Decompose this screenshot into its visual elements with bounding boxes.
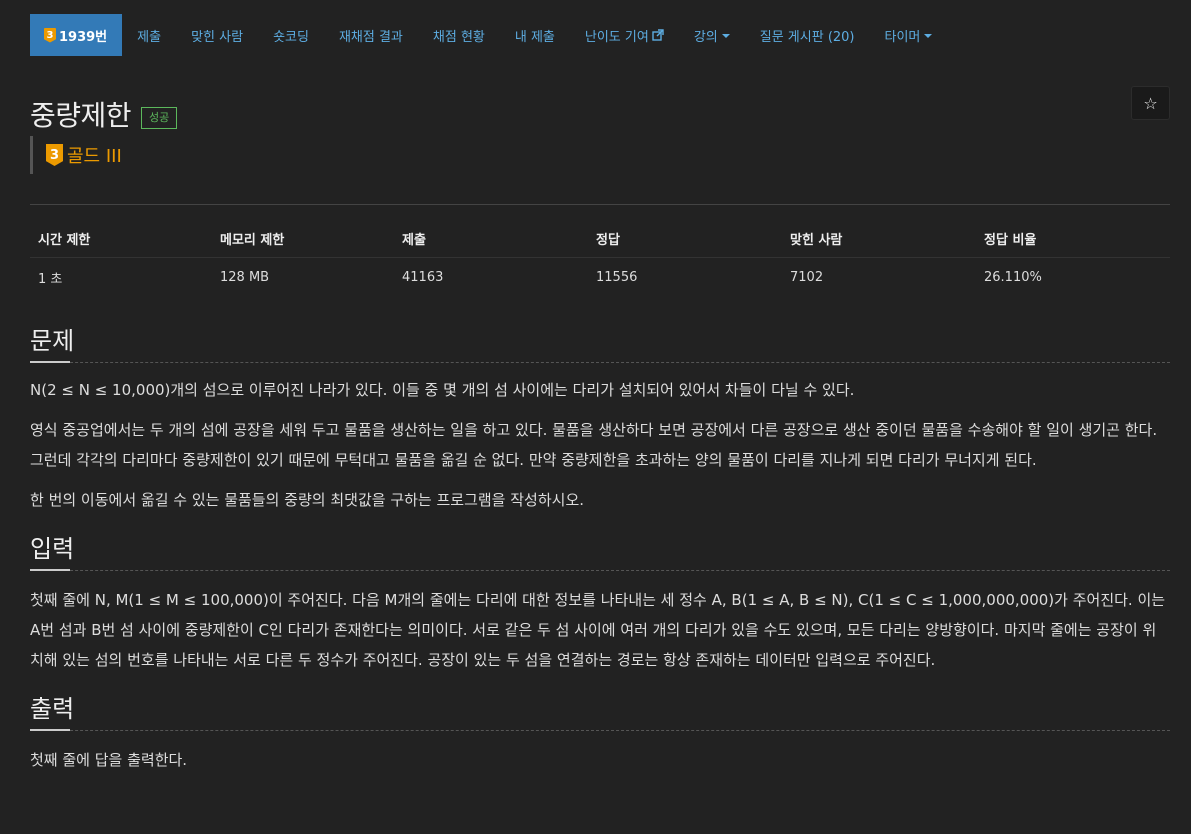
nav-lectures-label: 강의 — [693, 29, 718, 45]
section-header: 문제 — [30, 321, 1170, 363]
nav-question-board[interactable]: 질문 게시판 (20) — [745, 14, 870, 56]
description-paragraph: 영식 중공업에서는 두 개의 섬에 공장을 세워 두고 물품을 생산하는 일을 … — [30, 421, 1158, 469]
nav-lectures-dropdown[interactable]: 강의 — [679, 14, 745, 56]
problem-description-section: 문제 N(2 ≤ N ≤ 10,000)개의 섬으로 이루어진 나라가 있다. … — [30, 321, 1170, 515]
problem-page: 3 1939번 제출 맞힌 사람 숏코딩 재채점 결과 채점 현황 내 제출 난… — [0, 14, 1191, 834]
status-badge: 성공 — [141, 107, 178, 129]
table-header-time-limit: 시간 제한 — [30, 221, 212, 258]
nav-timer-dropdown[interactable]: 타이머 — [870, 14, 948, 56]
nav-short-coding[interactable]: 숏코딩 — [258, 14, 324, 56]
table-header-solved-users: 맞힌 사람 — [782, 221, 976, 258]
memory-limit-value: 128 MB — [220, 270, 270, 285]
accepted-value: 11556 — [596, 270, 638, 285]
nav-judge-status[interactable]: 채점 현황 — [418, 14, 500, 56]
table-header-accept-rate: 정답 비율 — [976, 221, 1170, 258]
table-header-row: 시간 제한 메모리 제한 제출 정답 맞힌 사람 정답 비율 — [30, 221, 1170, 258]
star-icon: ☆ — [1143, 93, 1158, 113]
accept-rate-value: 26.110% — [984, 270, 1042, 285]
caret-down-icon — [721, 34, 730, 38]
problem-input-body: 첫째 줄에 N, M(1 ≤ M ≤ 100,000)이 주어진다. 다음 M개… — [30, 585, 1170, 675]
description-paragraph: N(2 ≤ N ≤ 10,000)개의 섬으로 이루어진 나라가 있다. 이들 … — [30, 381, 855, 399]
problem-nav: 3 1939번 제출 맞힌 사람 숏코딩 재채점 결과 채점 현황 내 제출 난… — [30, 14, 1170, 56]
output-paragraph: 첫째 줄에 답을 출력한다. — [30, 751, 188, 769]
nav-problem-number[interactable]: 3 1939번 — [30, 14, 123, 56]
problem-output-section: 출력 첫째 줄에 답을 출력한다. — [30, 689, 1170, 775]
nav-rejudge-results[interactable]: 재채점 결과 — [324, 14, 418, 56]
section-title-underline — [30, 729, 70, 731]
nav-problem-number-label: 1939번 — [59, 29, 108, 45]
section-title-input: 입력 — [30, 535, 75, 563]
nav-solved-users-label: 맞힌 사람 — [191, 29, 244, 45]
nav-my-submissions-label: 내 제출 — [514, 29, 555, 45]
problem-tier: 3 골드 III — [30, 136, 1170, 174]
problem-info-table: 시간 제한 메모리 제한 제출 정답 맞힌 사람 정답 비율 1 초 128 M… — [30, 221, 1170, 297]
section-title-underline — [30, 569, 70, 571]
time-limit-value: 1 초 — [38, 272, 63, 287]
tier-gold-badge-icon: 3 — [44, 27, 56, 43]
header-divider — [30, 204, 1170, 205]
nav-rejudge-results-label: 재채점 결과 — [338, 29, 403, 45]
input-paragraph: 첫째 줄에 N, M(1 ≤ M ≤ 100,000)이 주어진다. 다음 M개… — [30, 591, 1166, 669]
submissions-value: 41163 — [402, 270, 444, 285]
problem-output-body: 첫째 줄에 답을 출력한다. — [30, 745, 1170, 775]
nav-judge-status-label: 채점 현황 — [432, 29, 485, 45]
table-row: 1 초 128 MB 41163 11556 7102 26.110% — [30, 258, 1170, 298]
section-title-underline — [30, 361, 70, 363]
nav-timer-label: 타이머 — [884, 29, 921, 45]
nav-my-submissions[interactable]: 내 제출 — [500, 14, 570, 56]
table-header-memory-limit: 메모리 제한 — [212, 221, 394, 258]
table-header-accepted: 정답 — [588, 221, 782, 258]
section-header: 입력 — [30, 529, 1170, 571]
caret-down-icon — [924, 34, 933, 38]
section-title-output: 출력 — [30, 695, 75, 723]
problem-description-body: N(2 ≤ N ≤ 10,000)개의 섬으로 이루어진 나라가 있다. 이들 … — [30, 375, 1170, 515]
table-header-submissions: 제출 — [394, 221, 588, 258]
tier-name: 골드 III — [67, 146, 122, 167]
description-paragraph: 한 번의 이동에서 옮길 수 있는 물품들의 중량의 최댓값을 구하는 프로그램… — [30, 491, 585, 509]
favorite-star-button[interactable]: ☆ — [1131, 86, 1170, 120]
problem-header: 중량제한 성공 ☆ — [30, 86, 1170, 132]
section-header: 출력 — [30, 689, 1170, 731]
nav-solved-users[interactable]: 맞힌 사람 — [176, 14, 258, 56]
nav-submit[interactable]: 제출 — [122, 14, 176, 56]
solved-users-value: 7102 — [790, 270, 824, 285]
external-link-icon — [652, 29, 664, 41]
problem-title: 중량제한 — [30, 99, 132, 132]
nav-short-coding-label: 숏코딩 — [273, 29, 309, 45]
nav-submit-label: 제출 — [137, 29, 162, 45]
tier-gold-badge-icon: 3 — [46, 144, 63, 166]
nav-question-board-label: 질문 게시판 (20) — [759, 29, 855, 45]
problem-input-section: 입력 첫째 줄에 N, M(1 ≤ M ≤ 100,000)이 주어진다. 다음… — [30, 529, 1170, 675]
nav-difficulty-contribution-label: 난이도 기여 — [584, 29, 649, 45]
section-title-description: 문제 — [30, 327, 75, 355]
nav-difficulty-contribution[interactable]: 난이도 기여 — [570, 14, 679, 56]
